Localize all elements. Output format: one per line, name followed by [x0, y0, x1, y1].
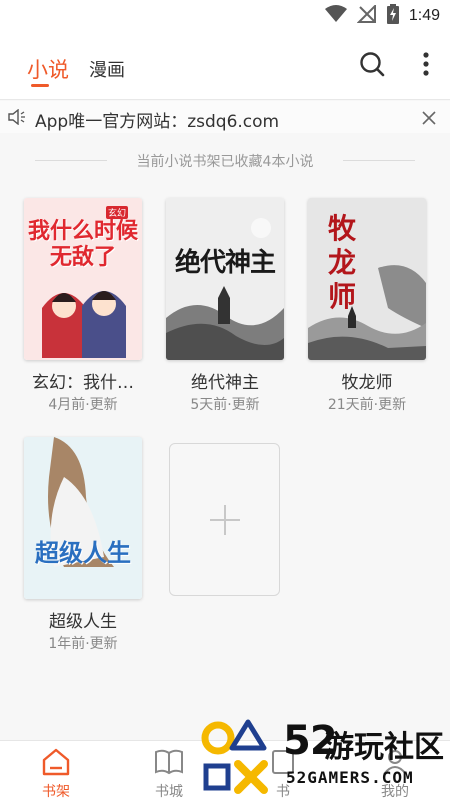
more-button[interactable]	[412, 52, 440, 80]
search-icon	[359, 51, 385, 81]
wifi-icon	[324, 5, 347, 27]
no-signal-icon	[356, 3, 377, 27]
book-update-status: 5天前·更新	[190, 397, 260, 413]
book-icon	[154, 748, 184, 776]
divider	[343, 160, 415, 161]
shelf-summary-text: 当前小说书架已收藏4本小说	[136, 154, 314, 170]
status-bar: 1:49	[0, 0, 450, 32]
tab-comic[interactable]: 漫画	[89, 56, 125, 82]
watermark-logo	[201, 719, 268, 794]
nav-label: 书架	[42, 784, 70, 800]
more-vertical-icon	[422, 52, 430, 80]
speaker-icon	[8, 108, 26, 129]
book-cover[interactable]: 超级人生	[24, 437, 142, 599]
cover-text: 超级人生	[35, 538, 131, 567]
search-button[interactable]	[358, 52, 386, 80]
cover-text: 牧龙师	[327, 212, 356, 313]
app-screen: 1:49 小说 漫画 App唯一官方网站：zsdq6.com 当前小说书架已收藏…	[0, 0, 450, 800]
notice-text[interactable]: App唯一官方网站：zsdq6.com	[35, 107, 279, 132]
cover-text: 我什么时候无敌了	[28, 218, 139, 270]
book-title: 牧龙师	[341, 373, 393, 393]
watermark-site: 52GAMERS.COM	[286, 768, 414, 787]
shelf-summary: 当前小说书架已收藏4本小说	[0, 150, 450, 170]
nav-item-bookshelf[interactable]: 书架	[11, 741, 101, 800]
status-time: 1:49	[408, 7, 440, 24]
book-update-status: 1年前·更新	[48, 636, 118, 652]
active-tab-indicator	[31, 84, 49, 87]
home-icon	[41, 748, 71, 776]
cover-text: 绝代神主	[174, 248, 276, 278]
book-update-status: 21天前·更新	[327, 397, 407, 413]
watermark: 52 游玩社区 52GAMERS.COM	[196, 716, 450, 800]
add-book-button[interactable]	[169, 443, 280, 596]
watermark-name: 游玩社区	[324, 730, 444, 765]
book-cover[interactable]: 牧龙师	[308, 198, 426, 360]
book-update-status: 4月前·更新	[48, 397, 118, 413]
close-icon[interactable]	[422, 110, 436, 129]
tab-novel[interactable]: 小说	[27, 54, 69, 84]
plus-icon-vertical	[224, 505, 226, 535]
book-title: 绝代神主	[191, 373, 259, 393]
book-cover[interactable]: 我什么时候无敌了 玄幻	[24, 198, 142, 360]
cover-badge: 玄幻	[106, 206, 129, 219]
battery-charging-icon	[386, 4, 399, 28]
status-icons: 1:49	[324, 3, 440, 28]
book-cover[interactable]: 绝代神主	[166, 198, 284, 360]
notice-bar: App唯一官方网站：zsdq6.com	[0, 101, 450, 133]
top-bar: 小说 漫画	[0, 32, 450, 100]
book-title: 玄幻：我什…	[32, 373, 134, 393]
book-title: 超级人生	[49, 612, 117, 632]
